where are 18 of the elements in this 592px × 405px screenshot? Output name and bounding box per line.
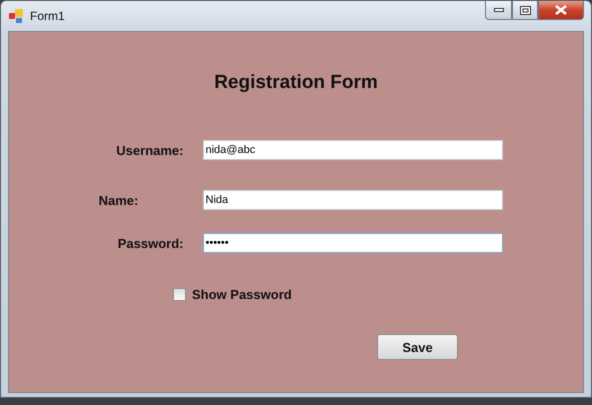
checkbox-label: Show Password xyxy=(192,287,292,302)
checkbox[interactable] xyxy=(173,288,186,301)
field-label: Name: xyxy=(98,192,138,208)
input-field[interactable]: nida@abc xyxy=(202,140,502,160)
input-field[interactable]: •••••• xyxy=(202,233,502,253)
close-button[interactable] xyxy=(538,1,584,20)
save-button[interactable]: Save xyxy=(377,334,458,360)
minimize-button[interactable] xyxy=(485,1,512,20)
form-heading: Registration Form xyxy=(214,72,378,94)
window-title: Form1 xyxy=(30,9,65,23)
field-label: Username: xyxy=(116,142,184,158)
field-label: Password: xyxy=(118,235,184,251)
minimize-icon xyxy=(494,8,504,12)
maximize-button[interactable] xyxy=(512,1,538,20)
close-icon xyxy=(555,5,567,15)
input-field[interactable]: Nida xyxy=(202,190,502,210)
maximize-icon xyxy=(520,6,530,14)
app-icon xyxy=(8,8,24,24)
